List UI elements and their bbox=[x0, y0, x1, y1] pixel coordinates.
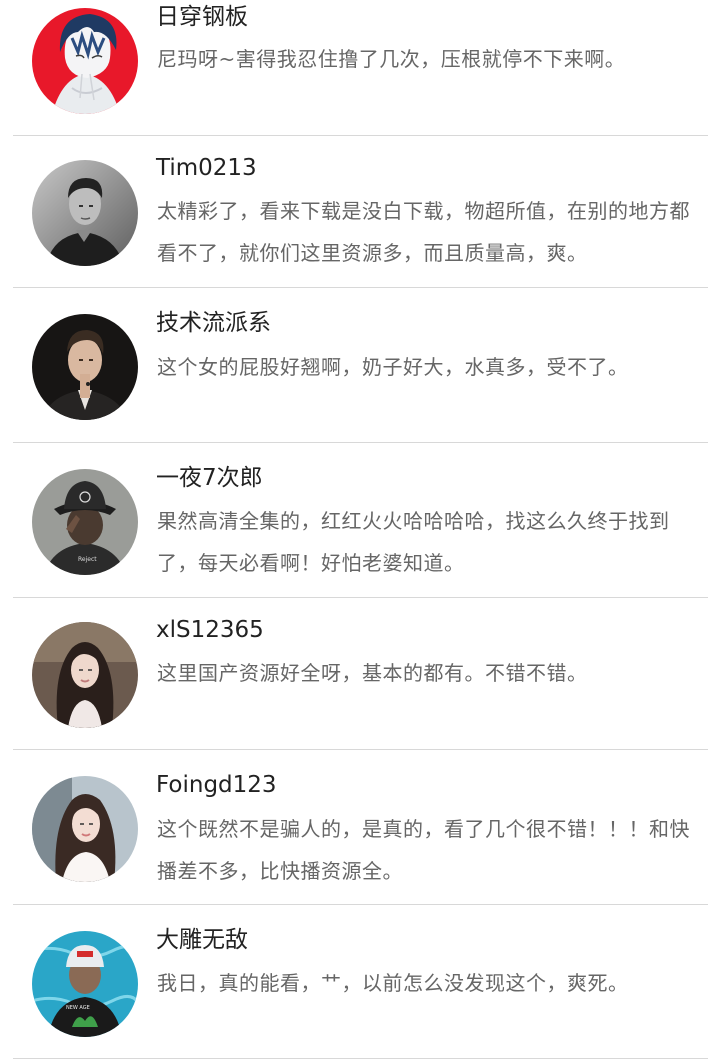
man-suit-portrait-icon bbox=[32, 314, 138, 420]
username[interactable]: 一夜7次郎 bbox=[156, 464, 263, 492]
comment-text: 我日，真的能看，艹，以前怎么没发现这个，爽死。 bbox=[157, 971, 629, 995]
avatar[interactable]: NEW AGE bbox=[32, 931, 138, 1037]
username[interactable]: 日穿钢板 bbox=[156, 3, 248, 31]
divider bbox=[13, 749, 708, 750]
comment-text: 果然高清全集的，红红火火哈哈哈哈，找这么久终于找到了，每天必看啊！好怕老婆知道。 bbox=[157, 509, 670, 575]
svg-text:Reject: Reject bbox=[78, 556, 97, 563]
username[interactable]: xlS12365 bbox=[156, 616, 264, 644]
woman-long-hair-avatar-icon bbox=[32, 622, 138, 728]
comment-text: 这个女的屁股好翘啊，奶子好大，水真多，受不了。 bbox=[157, 355, 629, 379]
anime-boy-avatar-icon bbox=[32, 8, 138, 114]
avatar[interactable] bbox=[32, 160, 138, 266]
woman-selfie-avatar-icon bbox=[32, 776, 138, 882]
avatar[interactable] bbox=[32, 314, 138, 420]
divider bbox=[13, 597, 708, 598]
divider bbox=[13, 442, 708, 443]
comment-text: 太精彩了，看来下载是没白下载，物超所值，在别的地方都看不了，就你们这里资源多，而… bbox=[157, 199, 690, 265]
username[interactable]: Foingd123 bbox=[156, 771, 277, 799]
username[interactable]: 技术流派系 bbox=[156, 309, 271, 337]
avatar[interactable] bbox=[32, 622, 138, 728]
divider bbox=[13, 135, 708, 136]
username[interactable]: 大雕无敌 bbox=[156, 926, 248, 954]
man-portrait-bw-icon bbox=[32, 160, 138, 266]
bucket-hat-illustration-icon: Reject bbox=[32, 469, 138, 575]
username[interactable]: Tim0213 bbox=[156, 154, 257, 182]
svg-text:NEW AGE: NEW AGE bbox=[66, 1005, 90, 1011]
divider bbox=[13, 904, 708, 905]
man-pool-cap-avatar-icon: NEW AGE bbox=[32, 931, 138, 1037]
comment-text: 这个既然不是骗人的，是真的，看了几个很不错！！！和快播差不多，比快播资源全。 bbox=[157, 817, 690, 883]
avatar[interactable]: Reject bbox=[32, 469, 138, 575]
divider bbox=[13, 287, 708, 288]
comment-text: 这里国产资源好全呀，基本的都有。不错不错。 bbox=[157, 661, 588, 685]
comment-text: 尼玛呀~害得我忍住撸了几次，压根就停不下来啊。 bbox=[157, 47, 626, 71]
avatar[interactable] bbox=[32, 8, 138, 114]
avatar[interactable] bbox=[32, 776, 138, 882]
